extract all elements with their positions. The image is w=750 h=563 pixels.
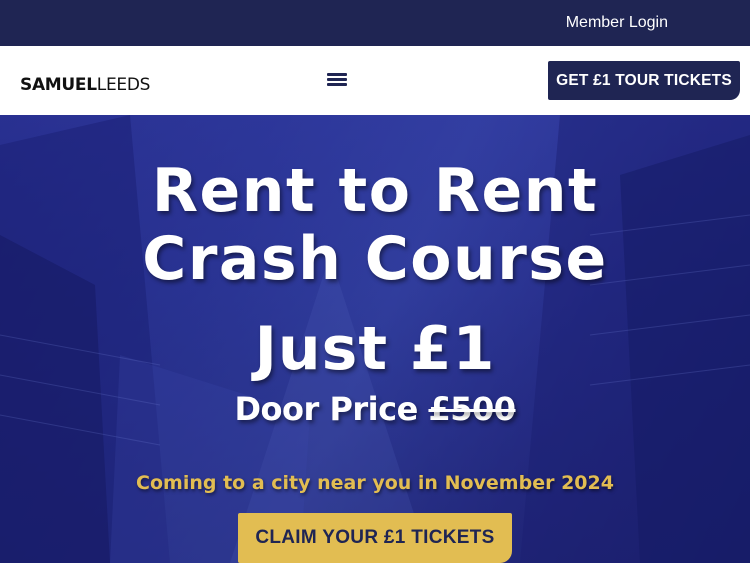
logo-light-text: LEEDS — [96, 75, 151, 95]
hero-section: Rent to Rent Crash Course Just £1 Door P… — [0, 115, 750, 563]
logo-bold-text: SAMUEL — [20, 75, 97, 95]
hamburger-menu-icon[interactable] — [327, 73, 347, 87]
claim-tickets-button[interactable]: CLAIM YOUR £1 TICKETS — [238, 513, 512, 563]
hero-title-line2: Crash Course — [142, 224, 608, 294]
door-price-old: £500 — [428, 390, 516, 428]
hero-title: Rent to Rent Crash Course — [0, 157, 750, 293]
top-bar: Member Login — [0, 0, 750, 46]
member-login-link[interactable]: Member Login — [566, 0, 668, 46]
get-tour-tickets-button[interactable]: GET £1 TOUR TICKETS — [548, 61, 740, 100]
price-headline: Just £1 — [254, 314, 496, 384]
samuel-leeds-logo[interactable]: SAMUEL LEEDS — [20, 70, 150, 100]
door-price: Door Price £500 — [0, 387, 750, 431]
hero-title-line1: Rent to Rent — [151, 156, 599, 226]
door-price-label: Door Price — [234, 390, 418, 428]
coming-soon-text: Coming to a city near you in November 20… — [136, 472, 614, 494]
main-header: SAMUEL LEEDS GET £1 TOUR TICKETS — [0, 46, 750, 115]
